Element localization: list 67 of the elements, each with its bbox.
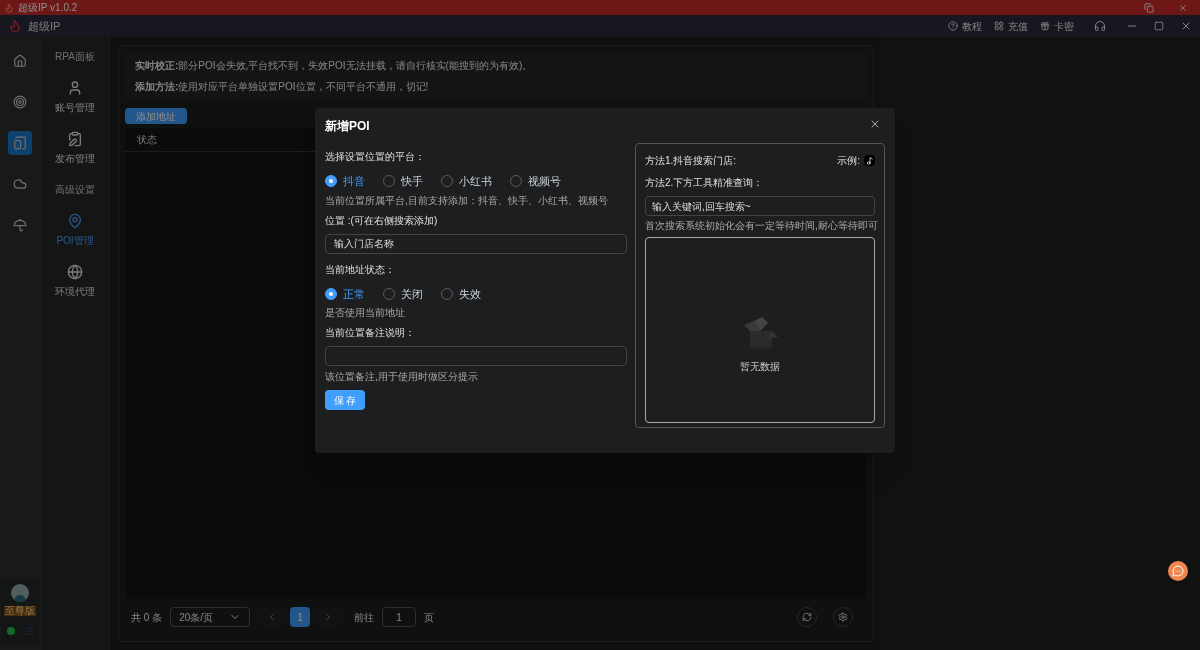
radio-option[interactable]: 正常 <box>325 285 365 302</box>
app-name: 超级IP <box>28 18 61 34</box>
nav-item[interactable]: 环境代理 <box>55 264 95 299</box>
radio-option[interactable]: 视频号 <box>510 173 561 190</box>
umbrella-icon <box>13 218 27 232</box>
map-pin-icon <box>67 213 83 229</box>
header-link[interactable]: 卡密 <box>1040 18 1074 34</box>
close-icon[interactable] <box>1180 20 1192 32</box>
goto-page-field[interactable]: 1 <box>382 607 417 627</box>
empty-text: 暂无数据 <box>740 359 780 374</box>
window-title: 超级IP v1.0.2 <box>18 2 78 13</box>
page-size-select[interactable]: 20条/页 <box>170 607 251 627</box>
hint-text: 当前位置所属平台,目前支持添加：抖音、快手、小红书、视频号 <box>325 193 609 208</box>
flame-logo-icon <box>8 19 22 33</box>
settings-icon <box>838 612 848 622</box>
notice-text: 实时校正:部分POI会失效,平台找不到，失效POI无法挂载，请自行核实(能搜到的为有效)。 <box>135 59 534 73</box>
music-note-icon[interactable] <box>864 155 875 166</box>
goto-suffix: 页 <box>424 610 435 625</box>
radio-option[interactable]: 关闭 <box>383 285 423 302</box>
field-label: 位置 :(可在右侧搜索添加) <box>325 213 439 228</box>
avatar <box>11 584 29 602</box>
method-label: 方法1.抖音搜索门店: <box>645 154 737 168</box>
total-count: 共 0 条 <box>131 610 163 625</box>
headset-icon[interactable] <box>1094 20 1106 32</box>
method-label: 方法2.下方工具精准查询： <box>645 176 765 190</box>
rail-button[interactable] <box>8 131 32 155</box>
dialog-title: 新增POI <box>325 118 370 135</box>
example-label: 示例: <box>837 154 860 168</box>
column-header: 状态 <box>137 133 157 147</box>
nav-item[interactable]: 账号管理 <box>55 80 95 115</box>
cloud-icon <box>13 177 27 191</box>
restore-icon[interactable] <box>1144 2 1154 13</box>
radio-option[interactable]: 快手 <box>383 173 423 190</box>
flame-logo-icon <box>4 2 14 13</box>
radio-option[interactable]: 抖音 <box>325 173 365 190</box>
radio-option[interactable]: 失效 <box>441 285 481 302</box>
save-button[interactable]: 保 存 <box>325 390 365 410</box>
header-link[interactable]: 充值 <box>994 18 1028 34</box>
nav-heading: RPA面板 <box>55 50 95 64</box>
maximize-icon[interactable] <box>1154 21 1164 31</box>
field-label: 当前地址状态： <box>325 262 396 277</box>
chat-icon <box>1172 565 1184 577</box>
home-icon <box>13 54 27 68</box>
store-name-field[interactable]: 输入门店名称 <box>325 233 627 254</box>
hint-text: 是否使用当前地址 <box>325 306 406 320</box>
help-icon <box>948 21 958 31</box>
field-label: 当前位置备注说明： <box>325 326 416 340</box>
nav-item[interactable]: POI管理 <box>56 213 94 248</box>
gift-icon <box>1040 21 1050 31</box>
clipboard-icon <box>67 131 83 147</box>
target-icon <box>13 95 27 109</box>
goto-label: 前往 <box>354 610 375 625</box>
radio-option[interactable]: 小红书 <box>441 173 492 190</box>
note-field[interactable] <box>325 346 627 366</box>
nav-heading: 高级设置 <box>55 183 95 197</box>
tablet-icon <box>13 136 27 150</box>
refresh-icon <box>802 612 812 622</box>
nav-item[interactable]: 发布管理 <box>55 131 95 166</box>
header-link[interactable]: 教程 <box>948 18 982 34</box>
globe-icon <box>67 264 83 280</box>
close-icon[interactable] <box>869 118 881 130</box>
user-icon <box>67 80 83 96</box>
grid-icon <box>994 21 1004 31</box>
keyword-search-field[interactable]: 输入关键词,回车搜索~ <box>645 196 875 216</box>
field-label: 选择设置位置的平台： <box>325 150 426 164</box>
hint-text: 该位置备注,用于使用时做区分提示 <box>325 370 479 384</box>
notice-text: 添加方法:使用对应平台单独设置POI位置，不同平台不通用，切记! <box>135 80 430 94</box>
